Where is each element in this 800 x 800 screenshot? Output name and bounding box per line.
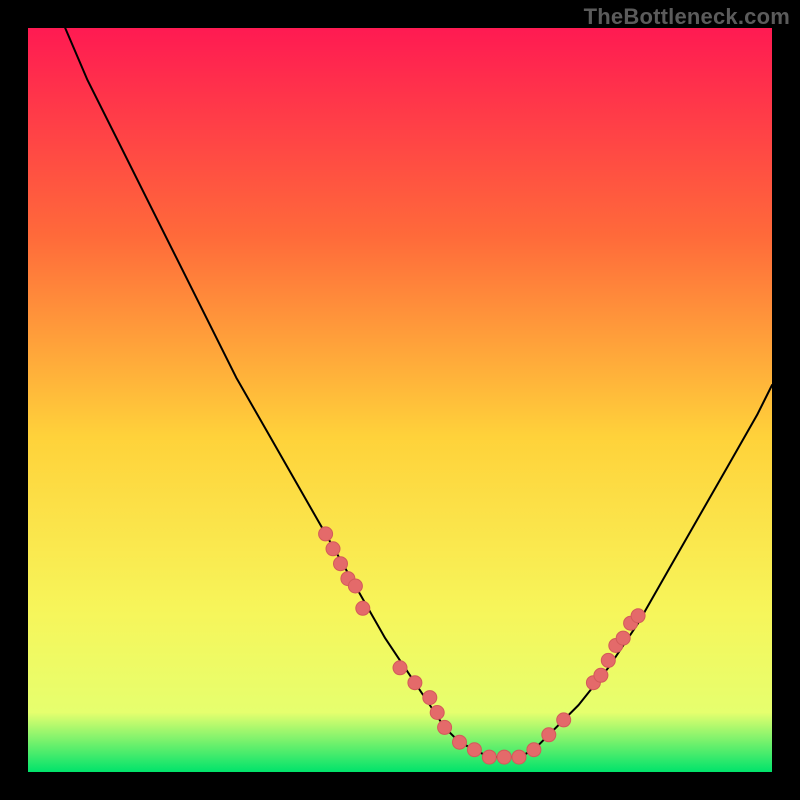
curve-marker [557, 713, 571, 727]
curve-marker [497, 750, 511, 764]
curve-marker [594, 668, 608, 682]
curve-marker [467, 743, 481, 757]
curve-marker [393, 661, 407, 675]
curve-marker [616, 631, 630, 645]
curve-marker [319, 527, 333, 541]
curve-marker [453, 735, 467, 749]
plot-area [28, 28, 772, 772]
curve-marker [601, 653, 615, 667]
chart-frame: TheBottleneck.com [0, 0, 800, 800]
curve-marker [326, 542, 340, 556]
curve-marker [356, 601, 370, 615]
curve-marker [512, 750, 526, 764]
curve-marker [438, 720, 452, 734]
curve-marker [334, 557, 348, 571]
curve-marker [430, 706, 444, 720]
curve-marker [631, 609, 645, 623]
curve-marker [542, 728, 556, 742]
curve-marker [423, 691, 437, 705]
curve-marker [482, 750, 496, 764]
curve-marker [527, 743, 541, 757]
curve-marker [348, 579, 362, 593]
curve-marker [408, 676, 422, 690]
watermark-text: TheBottleneck.com [584, 4, 790, 30]
bottleneck-chart [28, 28, 772, 772]
